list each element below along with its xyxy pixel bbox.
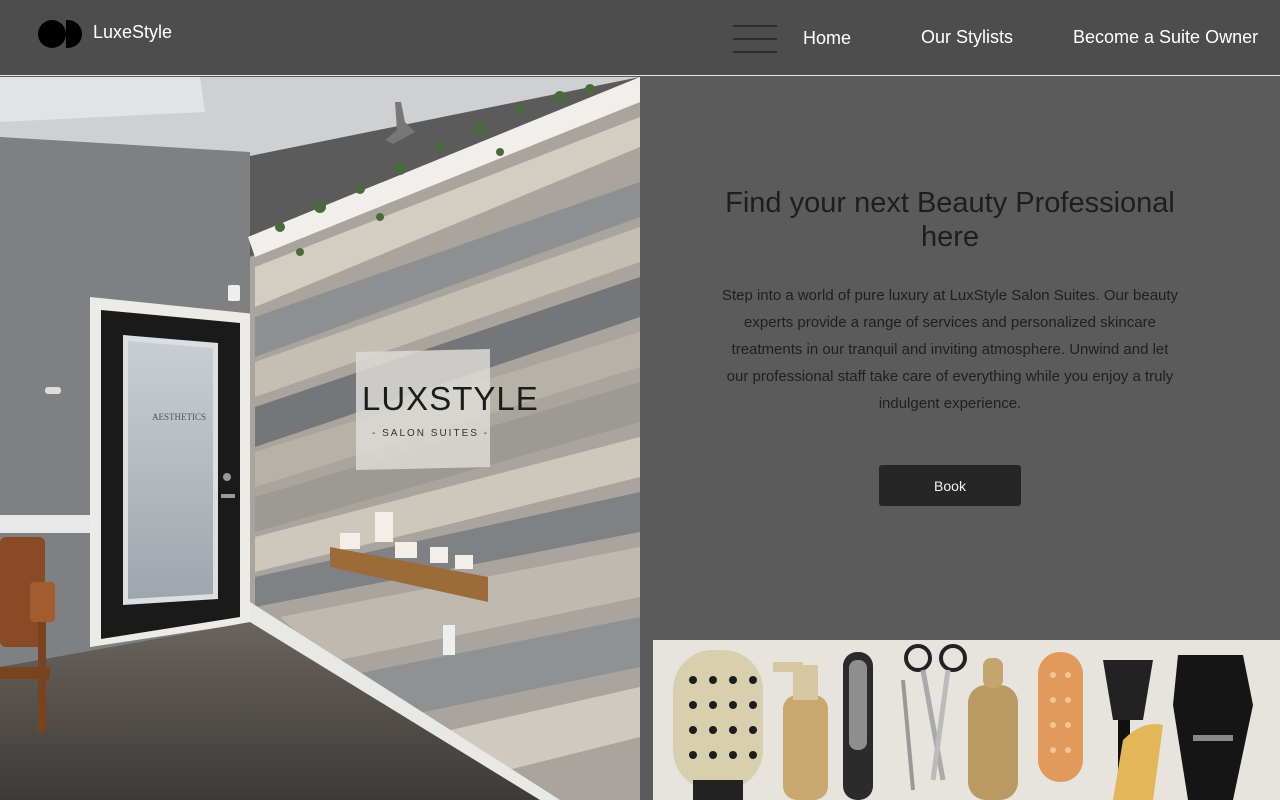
nav-our-stylists[interactable]: Our Stylists bbox=[921, 27, 1013, 48]
page-headline: Find your next Beauty Professional here bbox=[725, 187, 1175, 253]
logo-icon[interactable] bbox=[38, 19, 84, 49]
nav-home[interactable]: Home bbox=[803, 28, 851, 49]
door-text: AESTHETICS bbox=[152, 412, 206, 422]
sign-title: LUXSTYLE bbox=[362, 380, 539, 417]
nav-become-suite-owner[interactable]: Become a Suite Owner bbox=[1073, 27, 1258, 48]
book-button[interactable]: Book bbox=[879, 465, 1021, 506]
site-header: LuxeStyle Home Our Stylists Become a Sui… bbox=[0, 0, 1280, 76]
salon-interior-image: AESTHETICS LUXSTYLE - SALON SUITES - bbox=[0, 77, 640, 800]
brand-name[interactable]: LuxeStyle bbox=[93, 22, 172, 43]
hair-tools-image bbox=[653, 640, 1280, 800]
sign-subtitle: - SALON SUITES - bbox=[372, 428, 489, 439]
intro-paragraph: Step into a world of pure luxury at LuxS… bbox=[721, 287, 1179, 412]
menu-icon[interactable] bbox=[733, 25, 777, 53]
